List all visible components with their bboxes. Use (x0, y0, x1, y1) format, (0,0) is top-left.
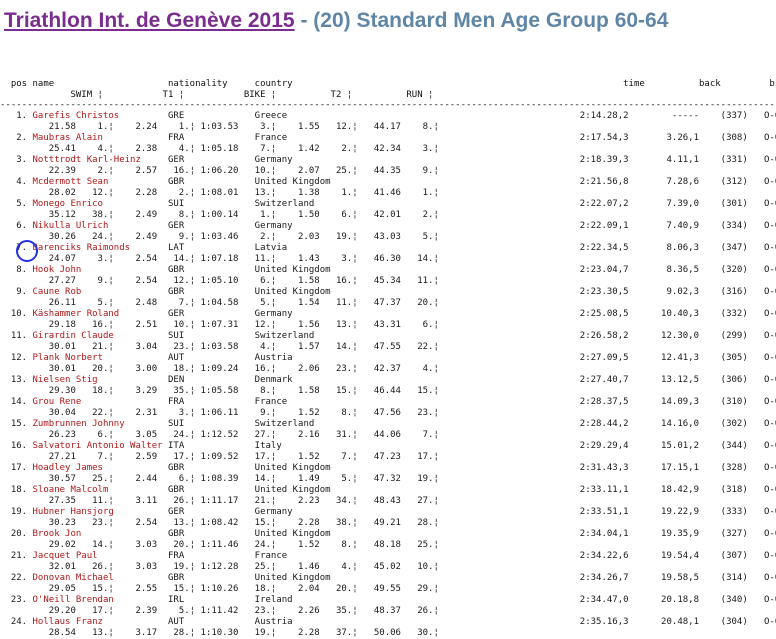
athlete-name: Hoadley James (32, 463, 163, 473)
athlete-name: Caune Rob (32, 287, 163, 297)
result-row-main: 22. Donovan Michael GBR United Kingdom 2… (0, 573, 776, 583)
result-row-main: 24. Hollaus Franz AUT Austria 2:35.16,3 … (0, 617, 776, 627)
athlete-name: Girardin Claude (32, 331, 163, 341)
athlete-name: Maubras Alain (32, 133, 163, 143)
result-row-main: 9. Caune Rob GBR United Kingdom 2:23.30,… (0, 287, 776, 297)
result-row-splits: 27.27 9.¦ 2.54 12.¦ 1:05.10 6.¦ 1.58 16.… (0, 276, 439, 286)
athlete-name: Zumbrunnen Johnny (32, 419, 163, 429)
column-header-line-1: pos name nationality country time back b… (0, 79, 776, 89)
result-row-main: 23. O'Neill Brendan IRL Ireland 2:34.47,… (0, 595, 776, 605)
athlete-name: Monego Enrico (32, 199, 163, 209)
athlete-name: Grou Rene (32, 397, 163, 407)
athlete-name: Nikulla Ulrich (32, 221, 163, 231)
result-row-main: 20. Brook Jon GBR United Kingdom 2:34.04… (0, 529, 776, 539)
athlete-name: Hubner Hansjorg (32, 507, 163, 517)
result-row-splits: 30.23 23.¦ 2.54 13.¦ 1:08.42 15.¦ 2.28 3… (0, 518, 439, 528)
athlete-name: Sloane Malcolm (32, 485, 163, 495)
result-row-splits: 28.02 12.¦ 2.28 2.¦ 1:08.01 13.¦ 1.38 1.… (0, 188, 439, 198)
result-row-splits: 22.39 2.¦ 2.57 16.¦ 1:06.20 10.¦ 2.07 25… (0, 166, 439, 176)
result-row-splits: 28.54 13.¦ 3.17 28.¦ 1:10.30 19.¦ 2.28 3… (0, 628, 439, 638)
title-separator: - (294, 9, 314, 32)
athlete-name: Hook John (32, 265, 163, 275)
result-row-main: 10. Käshammer Roland GER Germany 2:25.08… (0, 309, 776, 319)
result-row-splits: 30.04 22.¦ 2.31 3.¦ 1:06.11 9.¦ 1.52 8.¦… (0, 408, 439, 418)
header-separator: ----------------------------------------… (0, 100, 776, 110)
category-title: (20) Standard Men Age Group 60-64 (313, 9, 669, 32)
result-row-splits: 30.57 25.¦ 2.44 6.¦ 1:08.39 14.¦ 1.49 5.… (0, 474, 439, 484)
athlete-name: Barenciks Raimonds (32, 243, 163, 253)
athlete-name: Donovan Michael (32, 573, 163, 583)
result-row-splits: 29.20 17.¦ 2.39 5.¦ 1:11.42 23.¦ 2.26 35… (0, 606, 439, 616)
result-row-main: 17. Hoadley James GBR United Kingdom 2:3… (0, 463, 776, 473)
result-row-splits: 27.21 7.¦ 2.59 17.¦ 1:09.52 17.¦ 1.52 7.… (0, 452, 439, 462)
result-row-main: 2. Maubras Alain FRA France 2:17.54,3 3.… (0, 133, 776, 143)
athlete-name: Käshammer Roland (32, 309, 163, 319)
result-row-splits: 27.35 11.¦ 3.11 26.¦ 1:11.17 21.¦ 2.23 3… (0, 496, 439, 506)
result-row-splits: 26.23 6.¦ 3.05 24.¦ 1:12.52 27.¦ 2.16 31… (0, 430, 439, 440)
result-row-splits: 25.41 4.¦ 2.38 4.¦ 1:05.18 7.¦ 1.42 2.¦ … (0, 144, 439, 154)
result-row-main: 8. Hook John GBR United Kingdom 2:23.04,… (0, 265, 776, 275)
athlete-name: Salvatori Antonio Walter (32, 441, 163, 451)
athlete-name: Plank Norbert (32, 353, 163, 363)
athlete-name: Brook Jon (32, 529, 163, 539)
athlete-name: Hollaus Franz (32, 617, 163, 627)
result-row-splits: 26.11 5.¦ 2.48 7.¦ 1:04.58 5.¦ 1.54 11.¦… (0, 298, 439, 308)
result-row-splits: 30.26 24.¦ 2.49 9.¦ 1:03.46 2.¦ 2.03 19.… (0, 232, 439, 242)
result-row-main: 15. Zumbrunnen Johnny SUI Switzerland 2:… (0, 419, 776, 429)
page-title: Triathlon Int. de Genève 2015 - (20) Sta… (4, 9, 668, 33)
result-row-main: 18. Sloane Malcolm GBR United Kingdom 2:… (0, 485, 776, 495)
result-row-main: 13. Nielsen Stig DEN Denmark 2:27.40,7 1… (0, 375, 776, 385)
result-row-splits: 30.01 20.¦ 3.00 18.¦ 1:09.24 16.¦ 2.06 2… (0, 364, 439, 374)
result-row-splits: 32.01 26.¦ 3.03 19.¦ 1:12.28 25.¦ 1.46 4… (0, 562, 439, 572)
result-row-main: 12. Plank Norbert AUT Austria 2:27.09,5 … (0, 353, 776, 363)
result-row-main: 11. Girardin Claude SUI Switzerland 2:26… (0, 331, 776, 341)
result-row-splits: 35.12 38.¦ 2.49 8.¦ 1:00.14 1.¦ 1.50 6.¦… (0, 210, 439, 220)
athlete-name: Garefis Christos (32, 111, 163, 121)
athlete-name: O'Neill Brendan (32, 595, 163, 605)
result-row-main: 1. Garefis Christos GRE Greece 2:14.28,2… (0, 111, 776, 121)
result-row-splits: 29.30 18.¦ 3.29 35.¦ 1:05.58 8.¦ 1.58 15… (0, 386, 439, 396)
athlete-name: Mcdermott Sean (32, 177, 163, 187)
result-row-main: 16. Salvatori Antonio Walter ITA Italy 2… (0, 441, 776, 451)
result-row-splits: 29.18 16.¦ 2.51 10.¦ 1:07.31 12.¦ 1.56 1… (0, 320, 439, 330)
result-row-main: 14. Grou Rene FRA France 2:28.37,5 14.09… (0, 397, 776, 407)
event-title-link[interactable]: Triathlon Int. de Genève 2015 (4, 9, 295, 32)
result-row-main: 21. Jacquet Paul FRA France 2:34.22,6 19… (0, 551, 776, 561)
result-row-splits: 24.07 3.¦ 2.54 14.¦ 1:07.18 11.¦ 1.43 3.… (0, 254, 439, 264)
highlight-circle (16, 240, 38, 262)
athlete-name: Nielsen Stig (32, 375, 163, 385)
result-row-main: 3. Notttrodt Karl-Heinz GER Germany 2:18… (0, 155, 776, 165)
result-row-splits: 30.01 21.¦ 3.04 23.¦ 1:03.58 4.¦ 1.57 14… (0, 342, 439, 352)
result-row-main: 19. Hubner Hansjorg GER Germany 2:33.51,… (0, 507, 776, 517)
result-row-splits: 29.05 15.¦ 2.55 15.¦ 1:10.26 18.¦ 2.04 2… (0, 584, 439, 594)
result-row-main: 4. Mcdermott Sean GBR United Kingdom 2:2… (0, 177, 776, 187)
result-row-splits: 29.02 14.¦ 3.03 20.¦ 1:11.46 24.¦ 1.52 8… (0, 540, 439, 550)
athlete-name: Jacquet Paul (32, 551, 163, 561)
result-row-splits: 21.58 1.¦ 2.24 1.¦ 1:03.53 3.¦ 1.55 12.¦… (0, 122, 439, 132)
result-row-main: 5. Monego Enrico SUI Switzerland 2:22.07… (0, 199, 776, 209)
result-row-main: 7. Barenciks Raimonds LAT Latvia 2:22.34… (0, 243, 776, 253)
athlete-name: Notttrodt Karl-Heinz (32, 155, 163, 165)
result-row-main: 6. Nikulla Ulrich GER Germany 2:22.09,1 … (0, 221, 776, 231)
